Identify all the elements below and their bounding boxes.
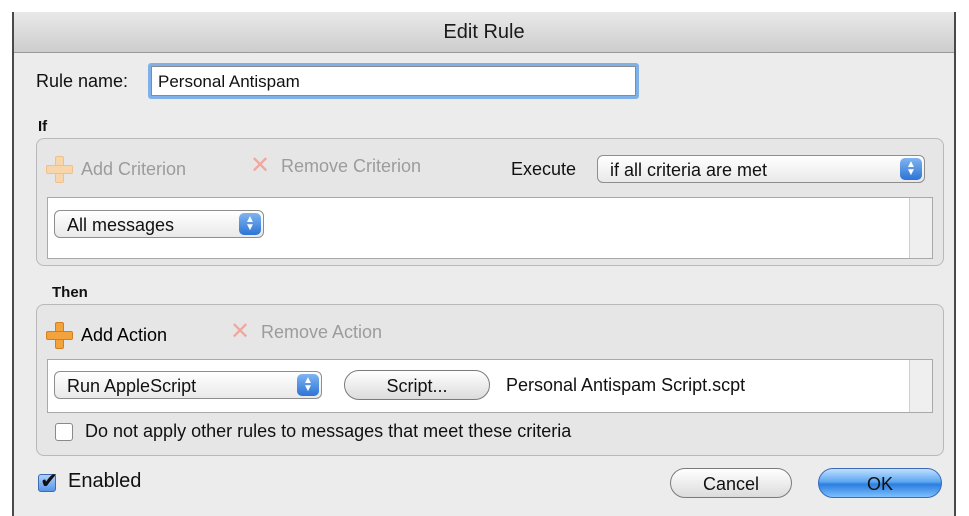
- action-popup[interactable]: Run AppleScript ▲ ▼: [54, 371, 322, 399]
- if-criteria-group: Add Criterion ✕ Remove Criterion Execute…: [36, 138, 944, 266]
- remove-x-icon: ✕: [229, 318, 251, 345]
- script-button[interactable]: Script...: [344, 370, 490, 400]
- no-other-rules-label: Do not apply other rules to messages tha…: [85, 421, 572, 441]
- remove-criterion-button[interactable]: ✕ Remove Criterion: [249, 152, 422, 179]
- add-action-label: Add Action: [81, 324, 168, 345]
- add-criterion-button[interactable]: Add Criterion: [45, 155, 186, 183]
- script-file-name: Personal Antispam Script.scpt: [506, 375, 746, 395]
- execute-label: Execute: [511, 159, 577, 179]
- remove-action-label: Remove Action: [261, 321, 383, 342]
- add-action-button[interactable]: Add Action: [45, 321, 167, 349]
- remove-action-button[interactable]: ✕ Remove Action: [229, 318, 383, 345]
- ok-button[interactable]: OK: [818, 468, 942, 498]
- remove-x-icon: ✕: [249, 152, 271, 179]
- enabled-label: Enabled: [68, 470, 142, 492]
- criteria-list: All messages ▲ ▼: [47, 197, 933, 259]
- execute-popup[interactable]: if all criteria are met ▲ ▼: [597, 155, 925, 183]
- then-heading: Then: [52, 284, 88, 301]
- actions-list: Run AppleScript ▲ ▼ Script... Personal An…: [47, 359, 933, 413]
- action-popup-value: Run AppleScript: [67, 376, 197, 396]
- then-actions-group: Add Action ✕ Remove Action Run AppleScri…: [36, 304, 944, 456]
- popup-arrows-icon: ▲ ▼: [297, 374, 319, 396]
- remove-criterion-label: Remove Criterion: [281, 155, 422, 176]
- no-other-rules-checkbox[interactable]: [55, 423, 73, 441]
- criterion-popup[interactable]: All messages ▲ ▼: [54, 210, 264, 238]
- rule-name-label: Rule name:: [36, 71, 129, 91]
- enabled-checkbox[interactable]: [38, 468, 58, 494]
- popup-arrows-icon: ▲ ▼: [239, 213, 261, 235]
- cancel-button[interactable]: Cancel: [670, 468, 792, 498]
- criterion-popup-value: All messages: [67, 215, 175, 235]
- edit-rule-dialog: Edit Rule Rule name: Personal Antispam I…: [12, 12, 956, 516]
- execute-popup-value: if all criteria are met: [610, 160, 768, 180]
- plus-icon: [45, 155, 73, 183]
- if-heading: If: [38, 118, 48, 135]
- add-criterion-label: Add Criterion: [81, 158, 187, 179]
- window-title: Edit Rule: [14, 12, 954, 53]
- plus-icon: [45, 321, 73, 349]
- popup-arrows-icon: ▲ ▼: [900, 158, 922, 180]
- actions-scrollbar[interactable]: [909, 360, 932, 412]
- rule-name-input[interactable]: Personal Antispam: [151, 66, 636, 96]
- criteria-scrollbar[interactable]: [909, 198, 932, 258]
